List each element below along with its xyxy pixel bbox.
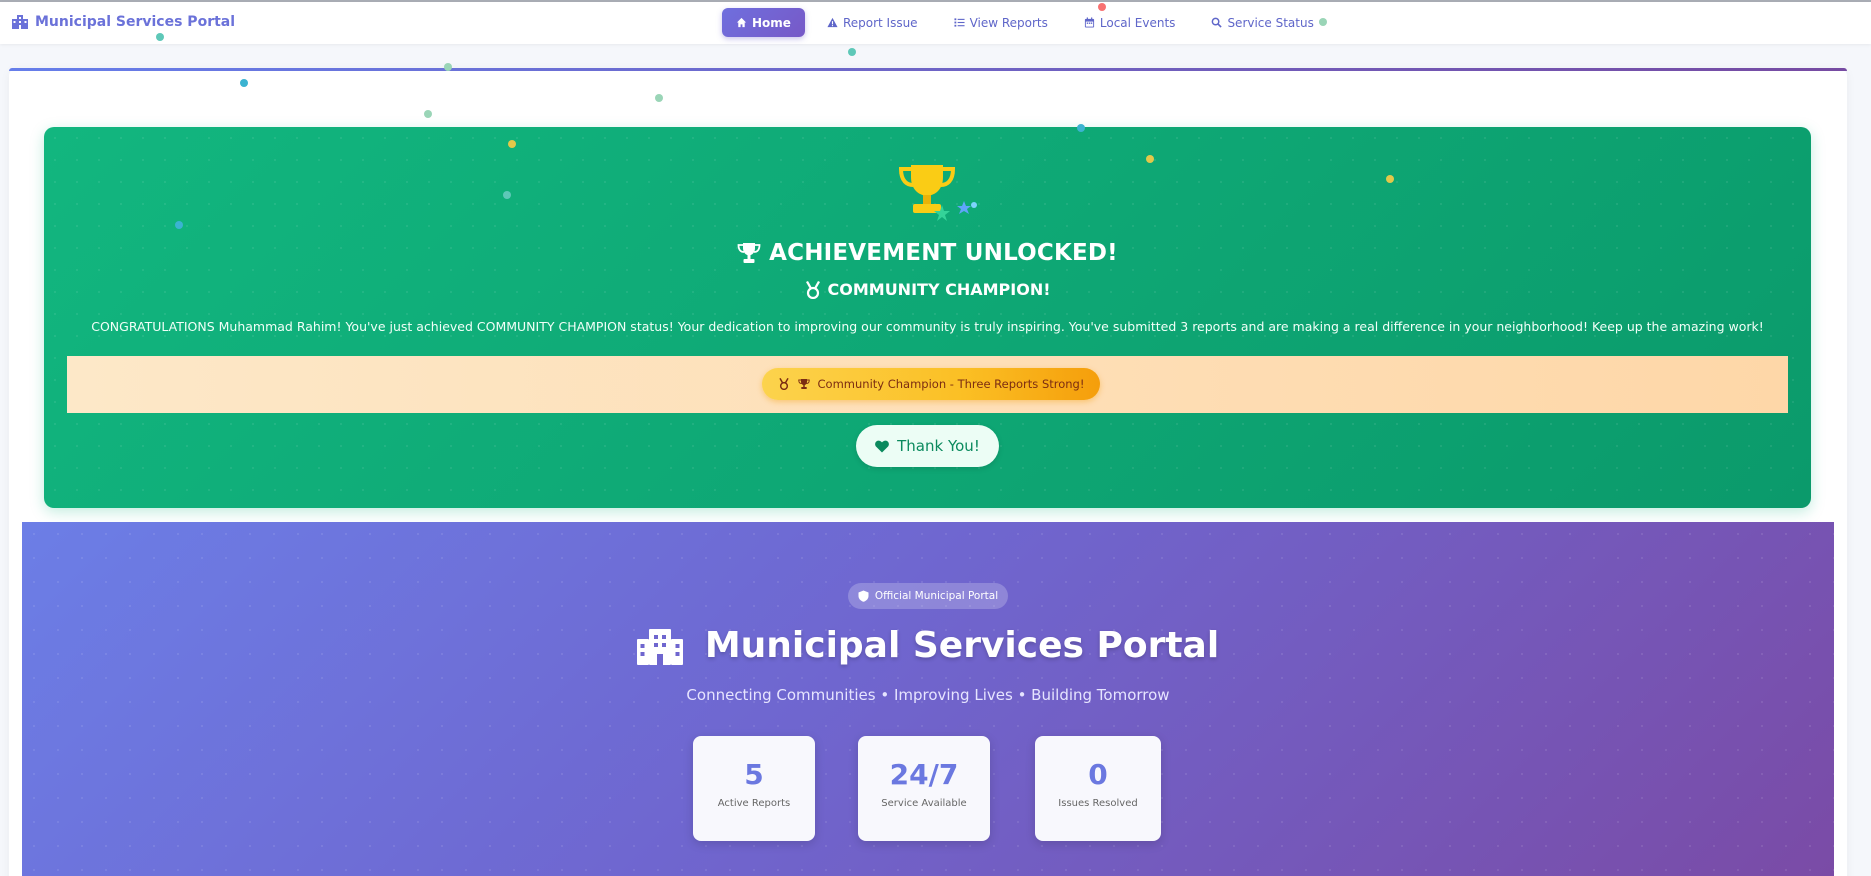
nav-local-events[interactable]: Local Events [1070,8,1190,37]
nav-home-label: Home [752,15,791,30]
official-portal-badge: Official Municipal Portal [848,583,1008,609]
stat-value: 0 [1088,758,1108,791]
achievement-badge: Community Champion - Three Reports Stron… [762,368,1100,400]
stat-value: 24/7 [889,758,959,791]
achievement-subtitle-text: COMMUNITY CHAMPION! [827,280,1051,299]
achievement-subtitle: COMMUNITY CHAMPION! [44,280,1811,299]
thank-you-button[interactable]: Thank You! [856,425,999,467]
search-icon [1212,17,1223,28]
nav-home[interactable]: Home [722,8,805,37]
card-accent-bar [9,68,1847,71]
nav-service-status-label: Service Status [1227,15,1314,30]
confetti-dot [848,48,856,56]
building-icon [12,15,28,29]
confetti-dot [1098,3,1106,11]
calendar-icon [1084,17,1094,28]
stat-card-active-reports: 5 Active Reports [693,736,815,841]
confetti-dot [1319,18,1327,26]
warning-icon [827,17,838,28]
nav-report-issue[interactable]: Report Issue [813,8,932,37]
confetti-dot [655,94,663,102]
thank-you-label: Thank You! [897,437,980,455]
hero-title-text: Municipal Services Portal [704,625,1220,666]
achievement-title: ACHIEVEMENT UNLOCKED! [44,240,1811,266]
confetti-dot [444,63,452,71]
confetti-dot [175,221,183,229]
official-portal-badge-text: Official Municipal Portal [874,590,999,602]
top-navbar: Municipal Services Portal Home Report Is… [0,2,1871,44]
achievement-badge-text: Community Champion - Three Reports Stron… [817,377,1085,391]
stat-card-issues-resolved: 0 Issues Resolved [1035,736,1161,841]
confetti-dot [424,110,432,118]
stat-label: Service Available [881,798,967,809]
nav-view-reports[interactable]: View Reports [940,8,1062,37]
medal-small-icon [778,378,789,390]
hero-tagline: Connecting Communities • Improving Lives… [686,686,1170,704]
badge-strip: Community Champion - Three Reports Stron… [67,356,1788,413]
nav-view-reports-label: View Reports [969,15,1048,30]
confetti-dot [1077,124,1085,132]
confetti-dot [240,79,248,87]
trophy-small-icon [737,243,761,263]
nav-service-status[interactable]: Service Status [1197,8,1327,37]
nav-local-events-label: Local Events [1099,15,1176,30]
home-icon [736,17,747,28]
brand-title: Municipal Services Portal [35,14,236,30]
hero-title: Municipal Services Portal [22,625,1834,666]
achievement-title-text: ACHIEVEMENT UNLOCKED! [769,240,1118,266]
stat-value: 5 [744,758,764,791]
stat-label: Active Reports [717,798,791,809]
trophy-tiny-icon [797,379,810,389]
shield-icon [858,590,869,602]
stat-label: Issues Resolved [1058,798,1138,809]
confetti-dot [1386,175,1394,183]
sparkle-stars-icon [934,201,977,221]
confetti-dot [1146,155,1154,163]
stat-card-service-available: 24/7 Service Available [858,736,990,841]
achievement-message: CONGRATULATIONS Muhammad Rahim! You've j… [91,319,1764,334]
building-large-icon [636,628,683,665]
brand-link[interactable]: Municipal Services Portal [12,14,235,30]
confetti-dot [508,140,516,148]
confetti-dot [503,191,511,199]
achievement-panel: ACHIEVEMENT UNLOCKED! COMMUNITY CHAMPION… [44,127,1811,508]
heart-icon [875,440,890,452]
nav-menu: Home Report Issue View Reports Local Eve… [722,8,1336,37]
list-icon [954,18,965,27]
nav-report-issue-label: Report Issue [842,15,918,30]
hero-section: Official Municipal Portal Municipal Serv… [22,522,1834,876]
medal-icon [805,280,820,299]
confetti-dot [156,33,164,41]
